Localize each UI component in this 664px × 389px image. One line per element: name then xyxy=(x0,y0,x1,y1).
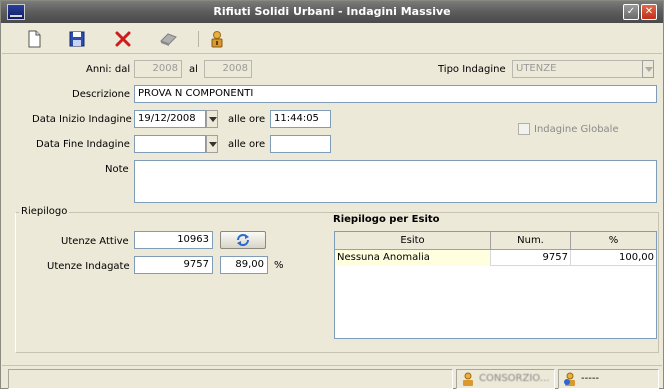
title-bar[interactable]: Rifiuti Solidi Urbani - Indagini Massive… xyxy=(1,1,663,23)
status-user-text: CONSORZIO... xyxy=(479,373,550,384)
ora-inizio-field[interactable]: 11:44:05 xyxy=(270,110,331,128)
user-icon xyxy=(463,372,473,386)
eraser-icon xyxy=(160,33,177,46)
tipo-indagine-dropdown-icon[interactable] xyxy=(642,60,654,78)
table-row[interactable]: Nessuna Anomalia 9757 100,00 xyxy=(335,250,656,266)
num-column-header[interactable]: Num. xyxy=(491,232,571,250)
utenze-attive-label: Utenze Attive xyxy=(61,236,129,247)
minimize-button[interactable]: ✓ xyxy=(623,4,639,20)
eraser-button[interactable] xyxy=(158,29,178,49)
tipo-indagine-select[interactable]: UTENZE xyxy=(512,60,643,78)
main-window: Rifiuti Solidi Urbani - Indagini Massive… xyxy=(0,0,664,389)
data-fine-label: Data Fine Indagine xyxy=(36,139,130,150)
esito-table[interactable]: Esito Num. % Nessuna Anomalia 9757 100,0… xyxy=(334,231,657,339)
status-bar: CONSORZIO... ----- xyxy=(2,365,662,389)
utenze-attive-field[interactable]: 10963 xyxy=(134,231,213,249)
data-fine-dropdown-icon[interactable] xyxy=(206,135,218,153)
perc-column-header[interactable]: % xyxy=(571,232,656,250)
close-button[interactable]: ✕ xyxy=(641,4,657,20)
anni-dal-label: Anni: dal xyxy=(86,64,131,75)
ora-inizio-label: alle ore xyxy=(228,114,266,125)
note-label: Note xyxy=(105,164,129,175)
esito-title: Riepilogo per Esito xyxy=(333,214,440,225)
delete-button[interactable] xyxy=(113,29,133,49)
note-textarea[interactable] xyxy=(134,160,657,203)
status-info-text: ----- xyxy=(581,373,600,384)
riepilogo-legend: Riepilogo xyxy=(19,206,70,217)
user-lock-button[interactable] xyxy=(207,29,227,49)
toolbar xyxy=(2,24,662,54)
status-pane-main xyxy=(8,369,453,389)
save-icon xyxy=(69,31,85,47)
status-pane-info: ----- xyxy=(558,369,659,389)
esito-column-header[interactable]: Esito xyxy=(335,232,491,250)
utenze-indagate-field[interactable]: 9757 xyxy=(134,256,213,274)
info-user-icon xyxy=(564,372,575,386)
descrizione-field[interactable]: PROVA N COMPONENTI xyxy=(134,85,657,103)
data-fine-field[interactable] xyxy=(134,135,206,153)
delete-icon xyxy=(115,31,131,47)
percentuale-field[interactable]: 89,00 xyxy=(220,256,268,274)
num-cell: 9757 xyxy=(491,250,571,266)
esito-table-header: Esito Num. % xyxy=(335,232,656,250)
refresh-icon xyxy=(237,234,249,246)
indagine-globale-checkbox[interactable] xyxy=(518,123,530,135)
anni-dal-field[interactable]: 2008 xyxy=(134,60,182,78)
refresh-button[interactable] xyxy=(220,231,266,249)
esito-cell: Nessuna Anomalia xyxy=(335,250,491,266)
window-title: Rifiuti Solidi Urbani - Indagini Massive xyxy=(213,5,451,18)
utenze-indagate-label: Utenze Indagate xyxy=(47,261,130,272)
new-document-button[interactable] xyxy=(24,29,44,49)
perc-cell: 100,00 xyxy=(619,252,654,263)
data-inizio-dropdown-icon[interactable] xyxy=(206,110,218,128)
user-lock-icon xyxy=(211,31,223,48)
toolbar-separator xyxy=(198,31,199,47)
save-button[interactable] xyxy=(67,29,87,49)
data-inizio-label: Data Inizio Indagine xyxy=(32,114,132,125)
anni-al-field[interactable]: 2008 xyxy=(204,60,252,78)
data-inizio-field[interactable]: 19/12/2008 xyxy=(134,110,206,128)
percent-sign-label: % xyxy=(274,260,284,271)
tipo-indagine-label: Tipo Indagine xyxy=(438,64,506,75)
anni-al-label: al xyxy=(189,64,198,75)
ora-fine-label: alle ore xyxy=(228,139,266,150)
ora-fine-field[interactable] xyxy=(270,135,331,153)
new-document-icon xyxy=(28,30,41,48)
indagine-globale-label: Indagine Globale xyxy=(534,124,619,135)
status-pane-user: CONSORZIO... xyxy=(456,369,555,389)
descrizione-label: Descrizione xyxy=(72,89,131,100)
